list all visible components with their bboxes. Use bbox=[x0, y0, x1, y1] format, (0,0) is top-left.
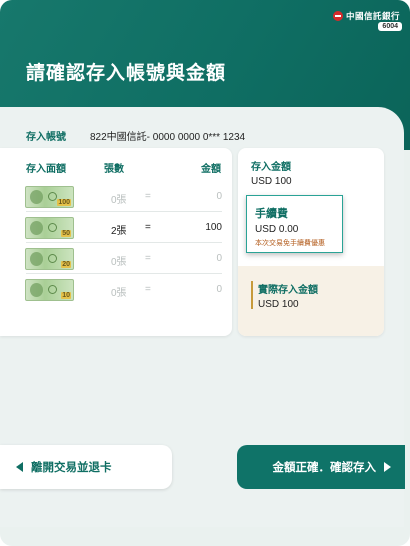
note-count: 2張 bbox=[111, 226, 127, 237]
exit-button-label: 離開交易並退卡 bbox=[31, 462, 112, 474]
equals-sign: = bbox=[145, 284, 151, 295]
deposit-amount-label: 存入金額 bbox=[251, 162, 291, 173]
header-count: 張數 bbox=[104, 164, 124, 175]
actual-amount-value: USD 100 bbox=[258, 299, 299, 310]
triangle-left-icon bbox=[16, 462, 23, 472]
banknote-100-icon: 100 bbox=[25, 186, 74, 208]
confirm-deposit-button[interactable]: 金額正確．確認存入 bbox=[237, 445, 405, 489]
banknote-portrait bbox=[30, 221, 43, 235]
note-count: 0張 bbox=[111, 195, 127, 206]
banknote-20-icon: 20 bbox=[25, 248, 74, 270]
confirm-button-label: 金額正確．確認存入 bbox=[272, 462, 377, 474]
banknote-seal bbox=[48, 285, 57, 294]
actual-amount-label: 實際存入金額 bbox=[258, 285, 318, 296]
banknote-portrait bbox=[30, 283, 43, 297]
note-row-50: 50 2張 = 100 bbox=[0, 213, 232, 243]
fee-label: 手續費 bbox=[255, 208, 288, 220]
banknote-denomination: 100 bbox=[57, 199, 71, 206]
banknote-portrait bbox=[30, 252, 43, 266]
note-amount: 0 bbox=[216, 253, 222, 264]
header-amount: 金額 bbox=[201, 164, 221, 175]
banknote-denomination: 10 bbox=[61, 292, 71, 299]
banknote-seal bbox=[48, 254, 57, 263]
deposit-amount-value: USD 100 bbox=[251, 176, 292, 187]
equals-sign: = bbox=[145, 191, 151, 202]
fee-waiver-note: 本次交易免手續費優惠 bbox=[255, 240, 325, 247]
note-amount: 0 bbox=[216, 284, 222, 295]
page-title: 請確認存入帳號與金額 bbox=[26, 63, 227, 84]
banknote-denomination: 20 bbox=[61, 261, 71, 268]
row-divider bbox=[26, 242, 222, 243]
note-amount: 0 bbox=[216, 191, 222, 202]
banknote-seal bbox=[48, 223, 57, 232]
account-row: 存入帳號 822中國信託- 0000 0000 0*** 1234 bbox=[26, 128, 245, 143]
header-denomination: 存入面額 bbox=[26, 164, 66, 175]
bank-name: 中國信託銀行 bbox=[345, 11, 400, 21]
banknote-10-icon: 10 bbox=[25, 279, 74, 301]
atm-screen: 中國信託銀行 6004 請確認存入帳號與金額 存入帳號 822中國信託- 000… bbox=[0, 0, 410, 546]
banknote-seal bbox=[48, 192, 57, 201]
account-label: 存入帳號 bbox=[26, 132, 66, 143]
note-row-100: 100 0張 = 0 bbox=[0, 182, 232, 212]
note-count: 0張 bbox=[111, 288, 127, 299]
note-count: 0張 bbox=[111, 257, 127, 268]
note-amount: 100 bbox=[205, 222, 222, 233]
banknote-denomination: 50 bbox=[61, 230, 71, 237]
row-divider bbox=[26, 273, 222, 274]
account-number: 822中國信託- 0000 0000 0*** 1234 bbox=[90, 132, 246, 143]
note-row-20: 20 0張 = 0 bbox=[0, 244, 232, 274]
exit-and-return-card-button[interactable]: 離開交易並退卡 bbox=[0, 445, 172, 489]
banknote-portrait bbox=[30, 190, 43, 204]
row-divider bbox=[26, 211, 222, 212]
banknote-50-icon: 50 bbox=[25, 217, 74, 239]
equals-sign: = bbox=[145, 222, 151, 233]
fee-popup: 手續費 USD 0.00 本次交易免手續費優惠 bbox=[246, 195, 343, 253]
triangle-right-icon bbox=[384, 462, 391, 472]
bank-brand: 中國信託銀行 bbox=[332, 10, 400, 22]
atm-id-badge: 6004 bbox=[378, 22, 402, 31]
note-row-10: 10 0張 = 0 bbox=[0, 275, 232, 305]
equals-sign: = bbox=[145, 253, 151, 264]
fee-value: USD 0.00 bbox=[255, 224, 299, 235]
ctbc-logo-icon bbox=[332, 11, 343, 21]
actual-amount-accent-bar bbox=[251, 281, 253, 309]
